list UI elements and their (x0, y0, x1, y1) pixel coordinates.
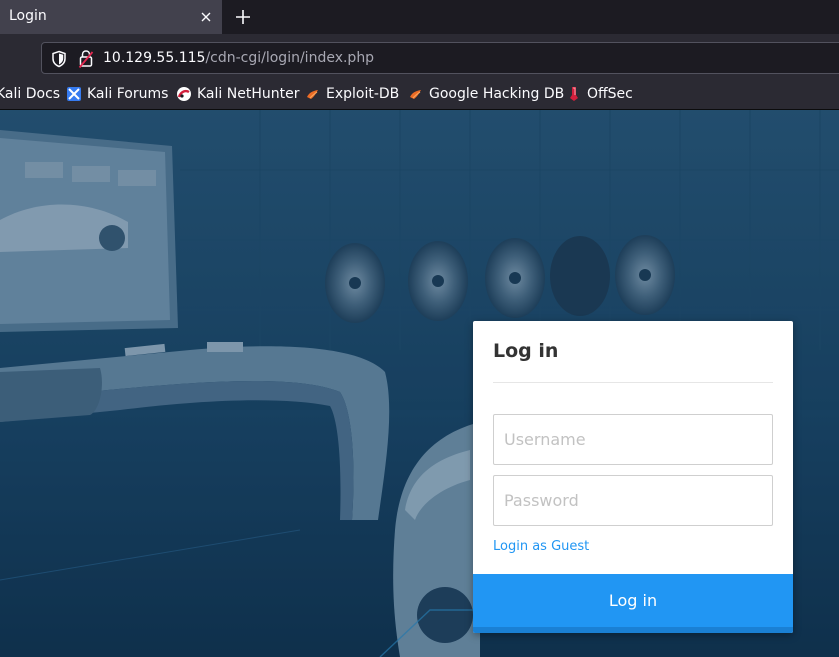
bookmark-label: Exploit-DB (326, 86, 400, 102)
title-divider (493, 382, 773, 383)
page-content: Log in Login as Guest Log in (0, 110, 839, 657)
bookmarks-toolbar: Kali Docs Kali Forums Kali NetHunter Exp… (0, 78, 839, 110)
url-host: 10.129.55.115 (103, 50, 206, 66)
bookmark-exploit-db[interactable]: Exploit-DB (305, 85, 399, 103)
url-path: /cdn-cgi/login/index.php (205, 50, 375, 66)
insecure-lock-icon[interactable] (78, 49, 94, 69)
close-icon[interactable] (198, 9, 214, 25)
bookmark-kali-docs[interactable]: Kali Docs (0, 85, 60, 103)
exploit-db-icon (307, 90, 318, 99)
new-tab-plus-icon[interactable] (233, 7, 253, 27)
password-input[interactable] (493, 475, 773, 526)
offsec-icon (570, 87, 578, 101)
bookmark-label: Kali NetHunter (197, 86, 300, 102)
login-title: Log in (493, 340, 559, 362)
kali-nethunter-icon (177, 87, 191, 101)
bookmark-label: Kali Forums (87, 86, 169, 102)
login-as-guest-link[interactable]: Login as Guest (493, 539, 589, 554)
browser-tab-login[interactable]: Login (0, 0, 222, 34)
tab-title: Login (9, 8, 47, 24)
login-button[interactable]: Log in (473, 574, 793, 633)
tab-strip: Login (0, 0, 839, 34)
bookmark-label: Kali Docs (0, 86, 61, 102)
kali-forums-icon (67, 87, 81, 101)
navigation-toolbar: 10.129.55.115/cdn-cgi/login/index.php (0, 34, 839, 78)
google-hacking-db-icon (410, 90, 421, 99)
login-card: Log in Login as Guest Log in (473, 321, 793, 633)
bookmark-kali-nethunter[interactable]: Kali NetHunter (176, 85, 299, 103)
url-bar[interactable]: 10.129.55.115/cdn-cgi/login/index.php (41, 42, 839, 74)
url-text[interactable]: 10.129.55.115/cdn-cgi/login/index.php (103, 50, 374, 66)
bookmark-offsec[interactable]: OffSec (566, 85, 633, 103)
bookmark-label: OffSec (587, 86, 633, 102)
username-input[interactable] (493, 414, 773, 465)
bookmark-google-hacking-db[interactable]: Google Hacking DB (408, 85, 564, 103)
bookmark-kali-forums[interactable]: Kali Forums (66, 85, 168, 103)
shield-icon[interactable] (51, 50, 67, 68)
bookmark-label: Google Hacking DB (429, 86, 565, 102)
